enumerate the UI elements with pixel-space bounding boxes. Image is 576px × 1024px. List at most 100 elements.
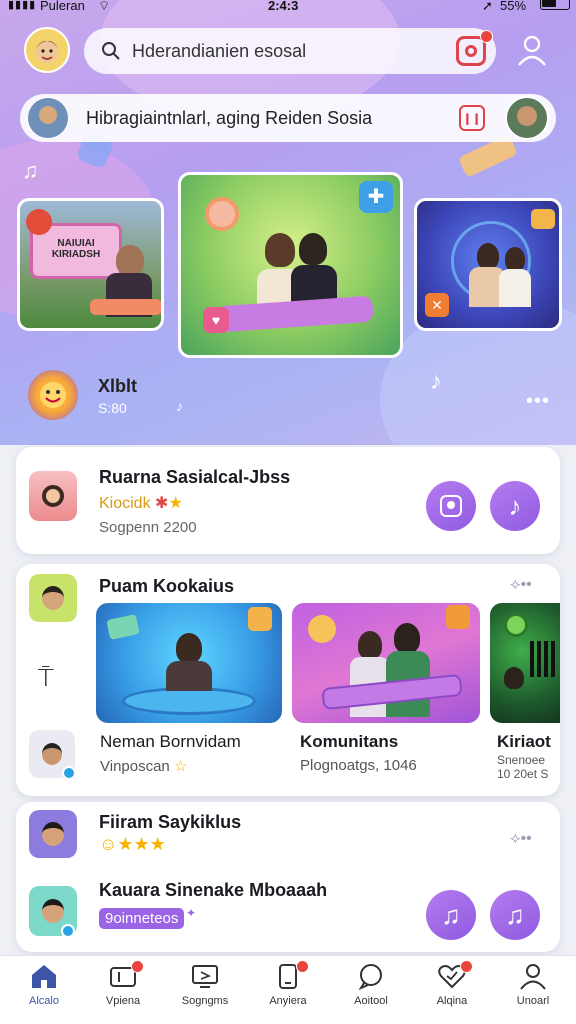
- search-bar[interactable]: Hderandianien esosal: [84, 28, 496, 74]
- profile-avatar[interactable]: [24, 27, 70, 73]
- tab-label: Aoitool: [354, 995, 388, 1007]
- tab-favorites[interactable]: Alqina: [416, 960, 488, 1022]
- karaoke-card: Puam Kookaius ⟡•• ⍑ Neman Bornvidam Vinp…: [16, 564, 560, 796]
- featured-title: Xlblt: [98, 376, 137, 396]
- tab-label: Alcalo: [29, 995, 59, 1007]
- keyboard-prop: [90, 299, 161, 315]
- user-avatar[interactable]: [28, 98, 68, 138]
- room-meta: Sogpenn 2200: [99, 519, 197, 536]
- online-dot: [61, 924, 75, 938]
- tab-home[interactable]: Alcalo: [8, 962, 80, 1022]
- music-note-icon: ♪: [430, 368, 442, 395]
- room-tag-text: Kiocidk: [99, 495, 151, 512]
- room-meta: Snenoee: [497, 753, 546, 767]
- room-card[interactable]: Ruarna Sasialcal-Jbss Kiocidk ✱★ Sogpenn…: [16, 447, 560, 554]
- person-body: [166, 661, 212, 691]
- karaoke-room-thumb[interactable]: [490, 603, 560, 723]
- tab-label: Vpiena: [105, 995, 141, 1007]
- carrier-label: Puleran: [40, 0, 85, 13]
- tab-message[interactable]: Aoitool: [335, 962, 407, 1022]
- music-note-icon: ♪: [508, 490, 522, 521]
- room-name: Neman Bornvidam: [100, 732, 241, 751]
- banner-line-1: NAIUIAI: [57, 238, 95, 249]
- user-icon: [520, 964, 546, 990]
- tab-phone[interactable]: Anyiera: [252, 960, 324, 1022]
- tab-label: Alqina: [436, 995, 468, 1007]
- search-input[interactable]: Hderandianien esosal: [132, 41, 442, 62]
- music-note-icon: ♫: [441, 899, 461, 930]
- tab-label: Anyiera: [269, 995, 307, 1007]
- room-meta: Vinposcan ☆: [100, 757, 282, 775]
- room-title: Ruarna Sasialcal-Jbss: [99, 467, 291, 487]
- carousel-thumb-left[interactable]: NAIUIAI KIRIADSH: [17, 198, 164, 331]
- music-button[interactable]: ♫: [426, 890, 476, 940]
- music-note-icon: ♪: [176, 398, 183, 414]
- community-avatar[interactable]: [29, 810, 77, 858]
- keyboard-prop: [216, 295, 374, 333]
- music-note-icon: ♫: [505, 899, 525, 930]
- more-icon[interactable]: ⟡••: [510, 830, 532, 848]
- mic-stand-icon[interactable]: ⍑: [38, 662, 54, 694]
- notification-badge: [296, 960, 309, 973]
- bottom-tab-bar: Alcalo Vpiena Sogngms Anyiera Aoitool Al…: [0, 955, 576, 1024]
- featured-subtitle: S:80: [98, 400, 127, 416]
- notification-badge: [460, 960, 473, 973]
- rating-stars: ☺★★★: [99, 834, 166, 854]
- section-title: Puam Kookaius: [99, 576, 235, 596]
- decor-card: [106, 614, 140, 640]
- chat-button[interactable]: [426, 481, 476, 531]
- community-title: Fiiram Saykiklus: [99, 812, 242, 832]
- tab-screen[interactable]: Sogngms: [169, 962, 241, 1022]
- host-avatar[interactable]: [29, 574, 77, 622]
- profile-icon[interactable]: [516, 33, 548, 67]
- room-meta-line2: 10 20et S: [497, 767, 549, 781]
- featured-avatar[interactable]: [28, 370, 78, 420]
- close-icon: ✕: [425, 293, 449, 317]
- carousel-thumb-main[interactable]: ✚ ♥: [178, 172, 403, 358]
- chat-icon: [440, 495, 462, 517]
- user-status-text: Hibragiaintnlarl, aging Reiden Sosia: [86, 107, 373, 128]
- more-icon[interactable]: ⟡••: [510, 576, 532, 594]
- decor-coin: [205, 197, 239, 231]
- music-button[interactable]: ♫: [490, 890, 540, 940]
- carousel-thumb-right[interactable]: ✕: [414, 198, 562, 331]
- decor-ball: [26, 209, 52, 235]
- smiley-icon: ☺: [99, 834, 118, 854]
- room-name: Komunitans: [300, 732, 399, 751]
- cross-icon: ✱: [155, 495, 169, 512]
- record-icon[interactable]: ❙❙: [459, 105, 485, 131]
- online-dot: [62, 766, 76, 780]
- decor-card: [248, 607, 272, 631]
- tab-label: Unoarl: [516, 995, 550, 1007]
- community-subtitle: Kauara Sinenake Mboaaah: [99, 880, 328, 900]
- status-bar: ▮▮▮▮ Puleran ⌔ 2:4:3 ➚ 55%: [0, 0, 576, 16]
- wifi-icon: ⌔: [98, 0, 111, 13]
- star-icon: ☆: [173, 758, 188, 775]
- person-body: [499, 269, 531, 307]
- music-button[interactable]: ♪: [490, 481, 540, 531]
- star-icon: ★: [168, 495, 183, 512]
- friend-avatar[interactable]: [505, 96, 549, 140]
- tab-profile[interactable]: Unoarl: [497, 962, 569, 1022]
- location-icon: ➚: [482, 0, 493, 13]
- plus-badge: ✚: [359, 181, 393, 213]
- music-note-icon: ♫: [22, 158, 39, 183]
- karaoke-room-thumb[interactable]: [292, 603, 480, 723]
- search-icon: [102, 42, 120, 60]
- speaker-prop: [530, 641, 556, 677]
- room-tag: Kiocidk ✱★: [99, 493, 183, 513]
- community-card[interactable]: Fiiram Saykiklus ☺★★★ ⟡•• Kauara Sinenak…: [16, 802, 560, 952]
- heart-icon: ♥: [203, 307, 229, 333]
- tab-video[interactable]: Vpiena: [87, 960, 159, 1022]
- message-icon: [358, 964, 382, 990]
- karaoke-room-thumb[interactable]: [96, 603, 282, 723]
- signal-icon: ▮▮▮▮: [8, 0, 37, 11]
- room-meta: Plognoatgs, 1046: [300, 757, 417, 774]
- banner-line-2: KIRIADSH: [51, 249, 101, 260]
- tag-chip[interactable]: 9oinneteos: [99, 908, 185, 929]
- more-icon[interactable]: •••: [526, 390, 550, 413]
- person-figure: [505, 247, 525, 271]
- decor-coin: [308, 615, 336, 643]
- room-name: Kiriaot: [497, 732, 551, 751]
- notification-badge: [480, 30, 493, 43]
